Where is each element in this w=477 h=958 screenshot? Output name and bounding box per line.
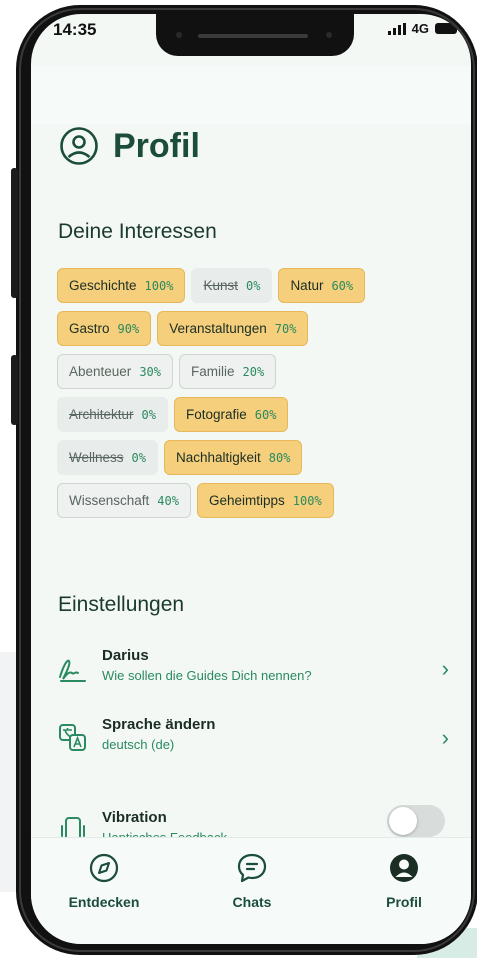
interest-chip-label: Veranstaltungen	[169, 321, 267, 336]
interest-chip[interactable]: Wellness 0%	[57, 440, 158, 475]
language-setting-value: deutsch (de)	[102, 737, 175, 752]
profile-circle-icon	[60, 127, 98, 165]
interest-chip-percent: 30%	[139, 364, 161, 379]
interest-chip-label: Familie	[191, 364, 235, 379]
interest-chip-percent: 40%	[157, 493, 179, 508]
signature-icon	[59, 659, 86, 682]
interest-chip-percent: 90%	[117, 321, 140, 336]
interest-chip-percent: 0%	[141, 407, 156, 422]
interest-chip-label: Natur	[290, 278, 324, 293]
language-setting-label: Sprache ändern	[102, 716, 216, 733]
interest-chip[interactable]: Fotografie 60%	[173, 397, 289, 432]
interest-chip[interactable]: Architektur 0%	[57, 397, 168, 432]
bottom-navigation: Entdecken Chats Profil	[31, 837, 471, 944]
interest-chip-grid: Geschichte 100% Kunst 0% Natur 60% Gastro 90% Ve…	[57, 268, 467, 526]
chevron-right-icon: ›	[441, 725, 449, 750]
interest-chip-label: Wellness	[69, 450, 124, 465]
vibration-setting-label: Vibration	[102, 809, 167, 826]
interest-chip[interactable]: Geschichte 100%	[57, 268, 186, 303]
page-header: Profil	[59, 126, 200, 166]
nav-tab-explore[interactable]: Entdecken	[49, 852, 159, 910]
interest-chip-percent: 60%	[331, 278, 354, 293]
name-setting-row[interactable]: Darius Wie sollen die Guides Dich nennen…	[57, 647, 449, 693]
settings-heading: Einstellungen	[58, 593, 185, 616]
interest-chip[interactable]: Geheimtipps 100%	[196, 483, 334, 518]
interest-chip-label: Nachhaltigkeit	[175, 450, 261, 465]
chevron-right-icon: ›	[441, 656, 449, 681]
interest-chip[interactable]: Gastro 90%	[57, 311, 152, 346]
name-setting-label: Darius	[102, 647, 149, 664]
interest-chip-label: Architektur	[69, 407, 134, 422]
chat-bubble-icon	[237, 853, 267, 883]
interest-chip[interactable]: Veranstaltungen 70%	[157, 311, 309, 346]
interest-chip[interactable]: Wissenschaft 40%	[57, 483, 191, 518]
language-setting-row[interactable]: Sprache ändern deutsch (de) ›	[57, 716, 449, 762]
battery-icon	[435, 23, 457, 34]
compass-icon	[89, 853, 119, 883]
speaker-grill	[198, 34, 308, 38]
interest-chip-percent: 60%	[254, 407, 277, 422]
app-screen: 14:35 4G Profil Deine Interessen Geschic…	[31, 14, 471, 944]
toggle-knob	[389, 807, 417, 835]
interests-heading: Deine Interessen	[58, 220, 217, 243]
interest-chip-percent: 100%	[292, 493, 322, 508]
interest-chip-row: Wissenschaft 40% Geheimtipps 100%	[57, 483, 467, 518]
name-setting-subtitle: Wie sollen die Guides Dich nennen?	[102, 668, 312, 683]
interest-chip-percent: 100%	[144, 278, 174, 293]
interest-chip[interactable]: Kunst 0%	[191, 268, 273, 303]
interest-chip-row: Architektur 0% Fotografie 60%	[57, 397, 467, 432]
interest-chip[interactable]: Nachhaltigkeit 80%	[163, 440, 303, 475]
interest-chip-label: Fotografie	[185, 407, 247, 422]
nav-tab-profile[interactable]: Profil	[349, 852, 459, 910]
vibration-toggle[interactable]	[387, 805, 445, 837]
interest-chip-label: Abenteuer	[69, 364, 132, 379]
interest-chip-percent: 70%	[274, 321, 297, 336]
interest-chip[interactable]: Abenteuer 30%	[57, 354, 173, 389]
nav-label-chats: Chats	[232, 894, 272, 910]
interest-chip[interactable]: Natur 60%	[278, 268, 366, 303]
header-band	[31, 66, 471, 124]
nav-label-explore: Entdecken	[68, 894, 140, 910]
signal-icon	[387, 22, 406, 35]
interest-chip-label: Kunst	[203, 278, 238, 293]
profile-filled-icon	[390, 854, 418, 882]
interest-chip-percent: 80%	[268, 450, 291, 465]
nav-tab-chats[interactable]: Chats	[197, 852, 307, 910]
phone-side-button	[11, 168, 18, 298]
network-label: 4G	[411, 21, 429, 36]
interest-chip[interactable]: Familie 20%	[179, 354, 277, 389]
interest-chip-row: Abenteuer 30% Familie 20%	[57, 354, 467, 389]
phone-side-button	[11, 355, 18, 425]
status-indicators: 4G	[387, 21, 457, 36]
phone-notch	[156, 14, 354, 56]
status-time: 14:35	[53, 20, 97, 39]
page-title: Profil	[113, 126, 200, 165]
interest-chip-percent: 0%	[245, 278, 261, 293]
interest-chip-percent: 0%	[131, 450, 146, 465]
interest-chip-label: Gastro	[69, 321, 110, 336]
interest-chip-row: Wellness 0% Nachhaltigkeit 80%	[57, 440, 467, 475]
sensor-dot	[326, 32, 332, 38]
interest-chip-label: Geheimtipps	[208, 493, 285, 508]
interest-chip-row: Gastro 90% Veranstaltungen 70%	[57, 311, 467, 346]
interest-chip-row: Geschichte 100% Kunst 0% Natur 60%	[57, 268, 467, 303]
interest-chip-percent: 20%	[242, 364, 265, 379]
interest-chip-label: Wissenschaft	[69, 493, 150, 508]
translate-icon	[59, 724, 86, 751]
nav-label-profile: Profil	[386, 894, 422, 910]
camera-dot	[176, 32, 182, 38]
interest-chip-label: Geschichte	[69, 278, 137, 293]
